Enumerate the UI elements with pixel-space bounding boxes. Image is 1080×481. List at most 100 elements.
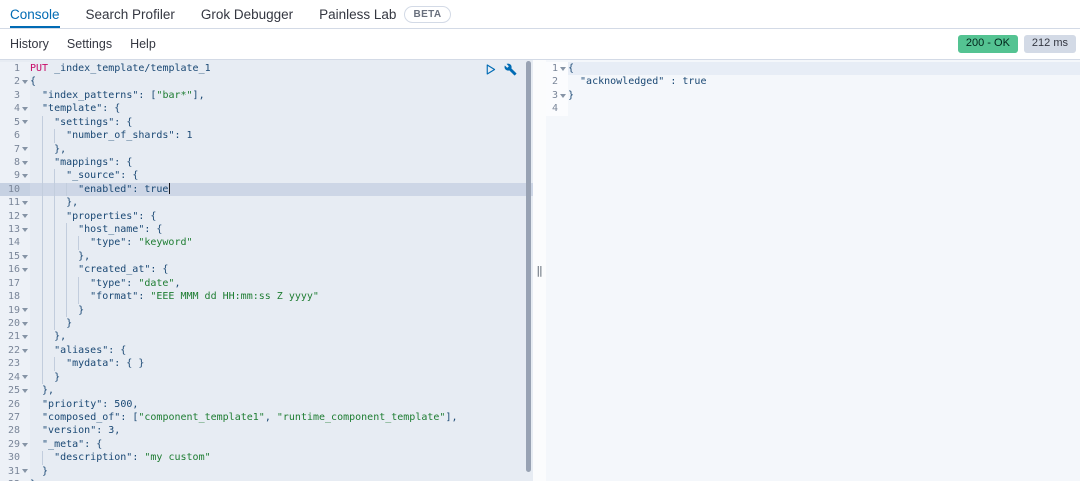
fold-toggle-icon[interactable]	[22, 80, 28, 84]
code-line[interactable]: 27"composed_of": ["component_template1",…	[0, 411, 533, 424]
fold-toggle-icon[interactable]	[22, 335, 28, 339]
code-line[interactable]: 2{	[0, 75, 533, 88]
line-number: 7	[0, 143, 20, 156]
indent-guide	[54, 304, 66, 317]
code-line[interactable]: 3"index_patterns": ["bar*"],	[0, 89, 533, 102]
menu-settings[interactable]: Settings	[67, 37, 112, 51]
code-text: "description": "my custom"	[30, 451, 533, 464]
line-number: 15	[0, 250, 20, 263]
response-status: 200 - OK 212 ms	[958, 35, 1076, 53]
code-line[interactable]: 14"type": "keyword"	[0, 236, 533, 249]
fold-toggle-icon[interactable]	[22, 443, 28, 447]
fold-slot	[20, 424, 30, 437]
fold-toggle-icon[interactable]	[22, 161, 28, 165]
fold-toggle-icon[interactable]	[22, 147, 28, 151]
code-line[interactable]: 6"number_of_shards": 1	[0, 129, 533, 142]
send-request-button[interactable]	[484, 63, 497, 76]
fold-slot	[20, 143, 30, 156]
wrench-menu-button[interactable]	[504, 63, 517, 76]
editor-scrollbar[interactable]	[526, 60, 532, 481]
fold-toggle-icon[interactable]	[22, 322, 28, 326]
code-line[interactable]: 23"mydata": { }	[0, 357, 533, 370]
fold-slot	[20, 210, 30, 223]
panel-resizer[interactable]: ‖	[533, 60, 546, 481]
code-line[interactable]: 20}	[0, 317, 533, 330]
fold-slot	[20, 263, 30, 276]
scrollbar-thumb[interactable]	[526, 61, 531, 472]
tab-grok-debugger[interactable]: Grok Debugger	[201, 0, 293, 28]
fold-toggle-icon[interactable]	[22, 349, 28, 353]
code-text: "number_of_shards": 1	[30, 129, 533, 142]
line-number: 28	[0, 424, 20, 437]
gutter: 15	[0, 250, 30, 263]
code-line[interactable]: 11},	[0, 196, 533, 209]
code-line[interactable]: 29"_meta": {	[0, 438, 533, 451]
request-editor[interactable]: 1PUT _index_template/template_12{3"index…	[0, 60, 533, 481]
gutter: 21	[0, 330, 30, 343]
fold-toggle-icon[interactable]	[22, 375, 28, 379]
line-number: 29	[0, 438, 20, 451]
code-line[interactable]: 1PUT _index_template/template_1	[0, 62, 533, 75]
tab-console[interactable]: Console	[10, 0, 60, 28]
code-line[interactable]: 5"settings": {	[0, 116, 533, 129]
fold-slot	[20, 330, 30, 343]
fold-slot	[20, 169, 30, 182]
fold-toggle-icon[interactable]	[22, 228, 28, 232]
code-line[interactable]: 26"priority": 500,	[0, 398, 533, 411]
fold-toggle-icon[interactable]	[22, 308, 28, 312]
gutter: 5	[0, 116, 30, 129]
menu-help[interactable]: Help	[130, 37, 156, 51]
fold-toggle-icon[interactable]	[22, 268, 28, 272]
fold-slot	[20, 384, 30, 397]
line-number: 3	[546, 89, 558, 102]
indent-guide	[78, 277, 90, 290]
code-line[interactable]: 22"aliases": {	[0, 344, 533, 357]
code-line[interactable]: 8"mappings": {	[0, 156, 533, 169]
fold-toggle-icon[interactable]	[22, 201, 28, 205]
fold-toggle-icon[interactable]	[22, 214, 28, 218]
code-line[interactable]: 19}	[0, 304, 533, 317]
fold-toggle-icon[interactable]	[560, 67, 566, 71]
gutter: 3	[0, 89, 30, 102]
code-line[interactable]: 24}	[0, 371, 533, 384]
line-number: 17	[0, 277, 20, 290]
line-number: 12	[0, 210, 20, 223]
tab-search-profiler[interactable]: Search Profiler	[86, 0, 175, 28]
code-line[interactable]: 7},	[0, 143, 533, 156]
fold-slot	[20, 75, 30, 88]
console-menu-bar: History Settings Help 200 - OK 212 ms	[0, 29, 1080, 60]
code-line[interactable]: 15},	[0, 250, 533, 263]
indent-guide	[42, 263, 54, 276]
request-code[interactable]: 1PUT _index_template/template_12{3"index…	[0, 60, 533, 481]
code-line[interactable]: 13"host_name": {	[0, 223, 533, 236]
fold-toggle-icon[interactable]	[560, 94, 566, 98]
fold-slot	[20, 465, 30, 478]
code-line[interactable]: 16"created_at": {	[0, 263, 533, 276]
code-text: "acknowledged" : true	[568, 75, 1080, 88]
fold-toggle-icon[interactable]	[22, 255, 28, 259]
fold-toggle-icon[interactable]	[22, 389, 28, 393]
fold-toggle-icon[interactable]	[22, 174, 28, 178]
line-number: 2	[0, 75, 20, 88]
code-line[interactable]: 25},	[0, 384, 533, 397]
code-line[interactable]: 21},	[0, 330, 533, 343]
code-line[interactable]: 31}	[0, 465, 533, 478]
tab-painless-lab[interactable]: Painless Lab BETA	[319, 0, 450, 28]
indent-guide	[42, 330, 54, 343]
indent-guide	[42, 116, 54, 129]
menu-history[interactable]: History	[10, 37, 49, 51]
code-line[interactable]: 9"_source": {	[0, 169, 533, 182]
code-line[interactable]: 18"format": "EEE MMM dd HH:mm:ss Z yyyy"	[0, 290, 533, 303]
fold-toggle-icon[interactable]	[22, 469, 28, 473]
response-time-badge: 212 ms	[1024, 35, 1076, 53]
code-line[interactable]: 12"properties": {	[0, 210, 533, 223]
code-line[interactable]: 28"version": 3,	[0, 424, 533, 437]
code-line[interactable]: 10"enabled": true	[0, 183, 533, 196]
fold-toggle-icon[interactable]	[22, 120, 28, 124]
line-number: 3	[0, 89, 20, 102]
code-line[interactable]: 30"description": "my custom"	[0, 451, 533, 464]
fold-toggle-icon[interactable]	[22, 107, 28, 111]
code-line[interactable]: 17"type": "date",	[0, 277, 533, 290]
indent-guide	[42, 277, 54, 290]
code-line[interactable]: 4"template": {	[0, 102, 533, 115]
